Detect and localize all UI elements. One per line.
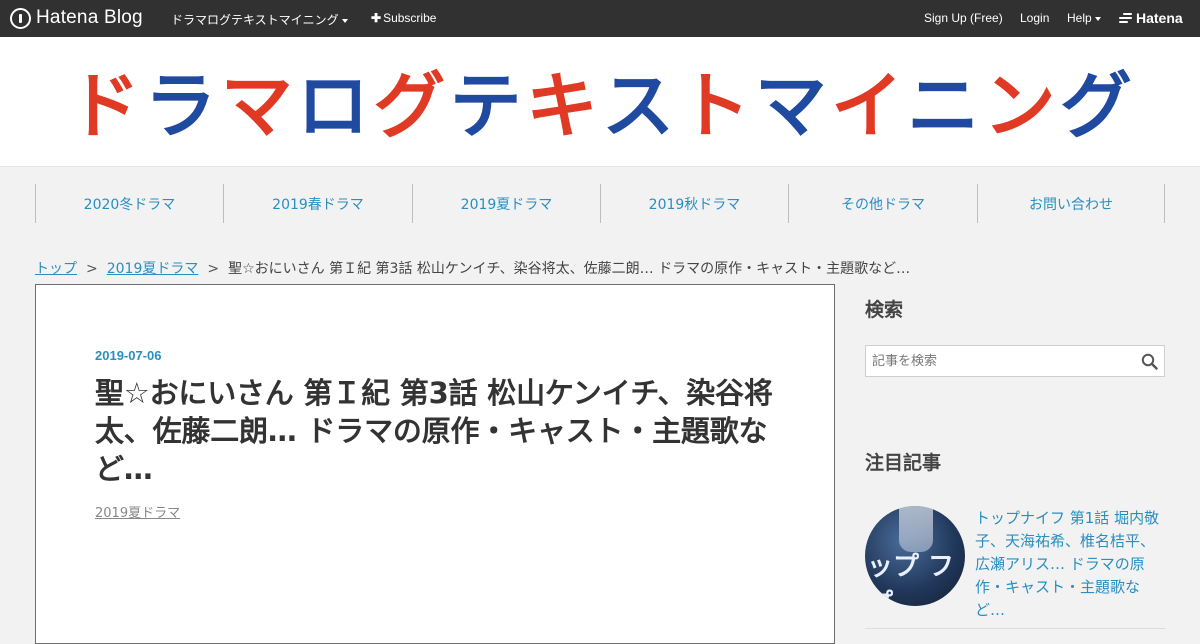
banner-glyph: ト [678,65,750,141]
hatena-blog-logo[interactable]: Hatena Blog [10,7,143,29]
banner-glyph: ン [984,65,1056,141]
banner-glyph: イ [831,65,903,141]
article-card: 2019-07-06 聖☆おにいさん 第Ｉ紀 第3話 松山ケンイチ、染谷将太、佐… [35,284,835,644]
banner-glyph: キ [526,65,598,141]
featured-article-thumbnail[interactable]: ップ フ プ [865,506,965,606]
login-link[interactable]: Login [1020,11,1049,25]
banner-glyph: マ [221,65,293,141]
nav-divider [1164,184,1165,223]
help-menu[interactable]: Help [1067,11,1101,25]
banner-glyph: マ [755,65,827,141]
sidebar-divider [865,628,1165,629]
nav-item-other-dramas[interactable]: その他ドラマ [788,184,977,223]
article-category-link[interactable]: 2019夏ドラマ [95,502,180,521]
article-title[interactable]: 聖☆おにいさん 第Ｉ紀 第3話 松山ケンイチ、染谷将太、佐藤二朗… ドラマの原作… [95,374,785,488]
breadcrumb-separator: > [207,261,220,277]
banner-glyph: ニ [907,65,979,141]
nav-item-2019-autumn[interactable]: 2019秋ドラマ [600,184,788,223]
banner-glyph: ラ [144,65,216,141]
search-input[interactable] [866,346,1126,376]
subscribe-label: Subscribe [383,11,437,25]
hatena-blog-icon [10,7,31,29]
search-icon[interactable] [1141,353,1158,370]
breadcrumb: トップ >2019夏ドラマ > 聖☆おにいさん 第Ｉ紀 第3話 松山ケンイチ、染谷将太… [35,258,910,278]
breadcrumb-home-link[interactable]: トップ [35,261,77,277]
hatena-link[interactable]: Hatena [1136,10,1183,26]
banner-glyph: グ [373,65,445,141]
breadcrumb-separator: > [86,261,98,277]
chevron-down-icon [341,18,348,23]
category-nav: 2020冬ドラマ 2019春ドラマ 2019夏ドラマ 2019秋ドラマ その他ド… [35,184,1165,223]
hatena-topbar: Hatena Blog ドラマログテキストマイニング ✚ Subscribe Si… [0,0,1200,37]
banner-glyph: テ [450,65,522,141]
hatena-blog-logo-text: Hatena Blog [36,7,143,28]
thumbnail-title-text: ップ フ プ [867,552,955,606]
blog-name-menu[interactable]: ドラマログテキストマイニング [171,11,348,28]
blog-title-banner[interactable]: ドラマログテキストマイニング [66,65,1134,141]
search-heading: 検索 [865,299,904,321]
nav-item-2019-summer[interactable]: 2019夏ドラマ [412,184,600,223]
signup-link[interactable]: Sign Up (Free) [924,11,1003,25]
subscribe-button[interactable]: ✚ Subscribe [371,11,436,25]
article-date-link[interactable]: 2019-07-06 [95,348,162,363]
banner-glyph: ス [602,65,674,141]
banner-glyph: グ [1060,65,1132,141]
hatena-mark-icon [1119,13,1132,23]
banner-glyph: ロ [297,65,369,141]
breadcrumb-category-link[interactable]: 2019夏ドラマ [107,261,199,277]
search-box [865,345,1165,377]
featured-heading: 注目記事 [865,452,942,474]
breadcrumb-current: 聖☆おにいさん 第Ｉ紀 第3話 松山ケンイチ、染谷将太、佐藤二朗… ドラマの原作… [228,261,911,277]
nav-item-contact[interactable]: お問い合わせ [977,184,1164,223]
featured-article-link[interactable]: トップナイフ 第1話 堀内敬子、天海祐希、椎名桔平、広瀬アリス… ドラマの原作・… [975,507,1165,622]
blog-header: ドラマログテキストマイニング [0,37,1200,167]
blog-name-label: ドラマログテキストマイニング [171,13,339,27]
help-label: Help [1067,11,1092,25]
nav-item-2019-spring[interactable]: 2019春ドラマ [223,184,412,223]
plus-icon: ✚ [371,11,382,25]
chevron-down-icon [1094,16,1101,21]
nav-item-2020-winter[interactable]: 2020冬ドラマ [35,184,223,223]
banner-glyph: ド [68,65,140,141]
